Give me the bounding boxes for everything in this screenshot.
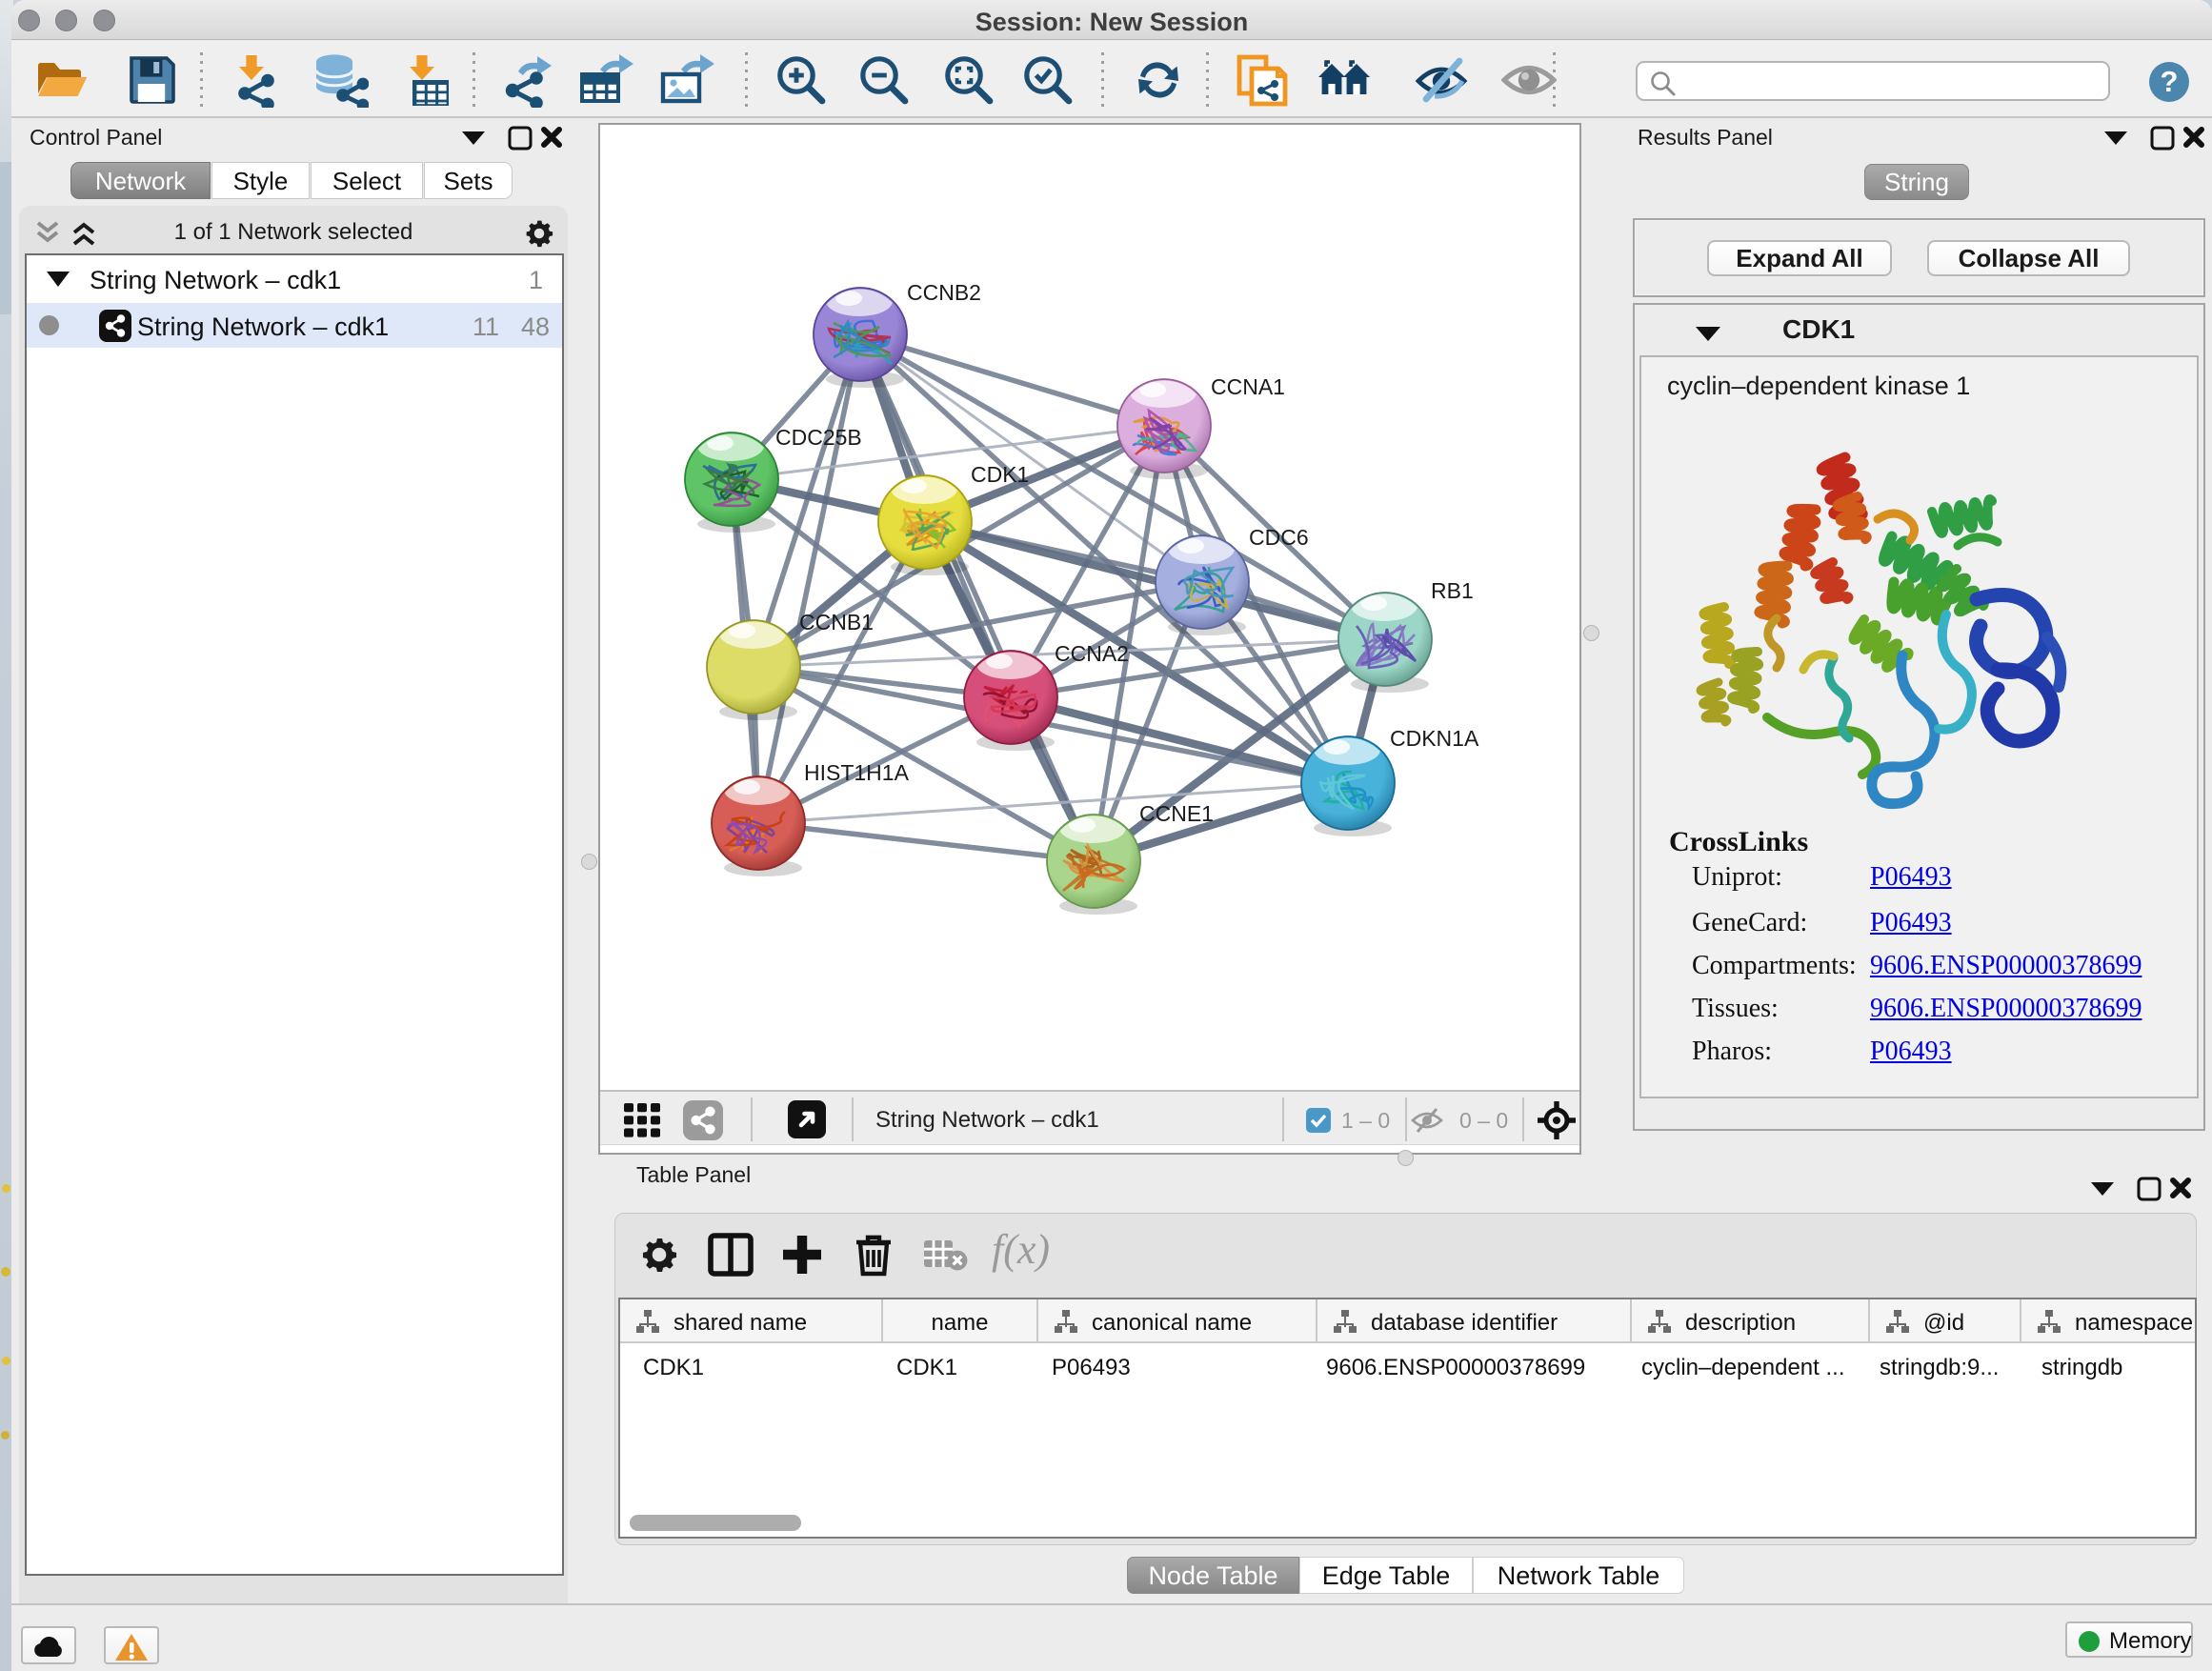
svg-text:CDC25B: CDC25B: [775, 425, 862, 450]
svg-text:CDKN1A: CDKN1A: [1390, 726, 1479, 751]
svg-text:CCNA1: CCNA1: [1211, 374, 1285, 399]
svg-text:CCNA2: CCNA2: [1055, 641, 1129, 666]
svg-text:CCNB2: CCNB2: [907, 280, 981, 305]
svg-text:CCNE1: CCNE1: [1139, 801, 1214, 826]
svg-text:CCNB1: CCNB1: [799, 610, 874, 634]
svg-text:RB1: RB1: [1431, 578, 1474, 603]
svg-text:CDK1: CDK1: [971, 462, 1029, 487]
svg-text:CDC6: CDC6: [1249, 525, 1309, 550]
svg-text:HIST1H1A: HIST1H1A: [804, 760, 910, 785]
